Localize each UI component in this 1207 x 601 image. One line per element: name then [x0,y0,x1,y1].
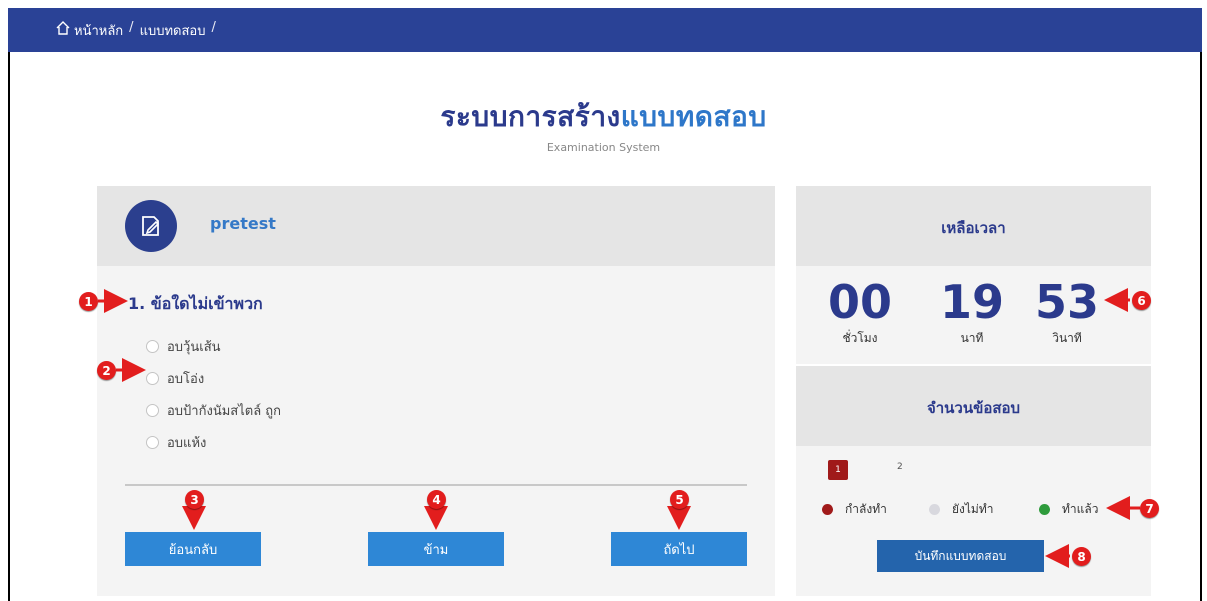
annotation-marker: 5 [670,490,689,509]
annotation-marker: 3 [185,490,204,509]
annotation-arrows [98,288,1140,568]
annotation-marker: 6 [1132,291,1151,310]
annotation-marker: 7 [1140,499,1159,518]
annotation-marker: 2 [97,361,116,380]
annotation-marker: 1 [79,292,98,311]
annotation-marker: 8 [1072,547,1091,566]
annotation-marker: 4 [427,490,446,509]
